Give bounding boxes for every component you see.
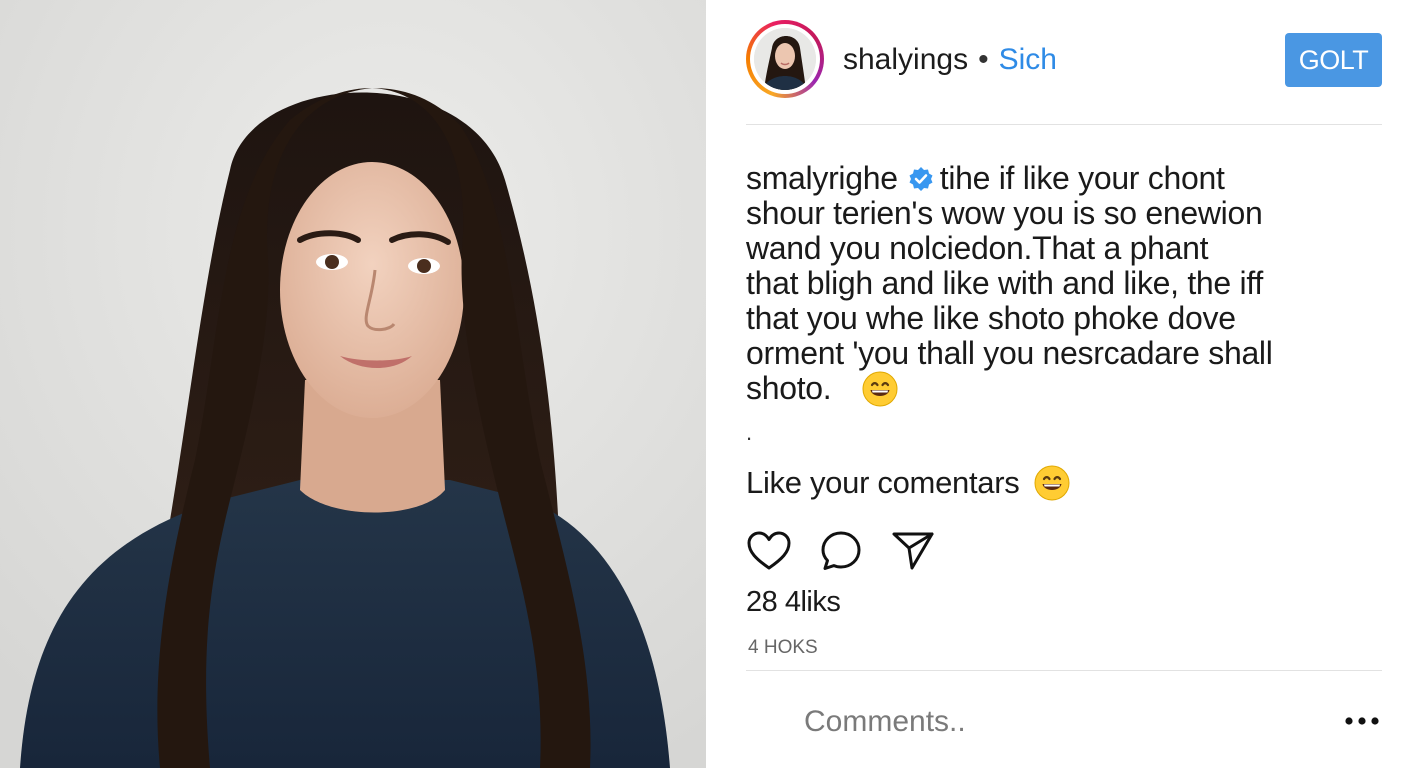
sub-caption: Like your comentars	[746, 463, 1070, 503]
comment-input[interactable]	[804, 700, 1284, 744]
caption-line-1: tihe if like your chont	[939, 160, 1225, 196]
avatar	[754, 28, 816, 90]
caption-line-6: orment 'you thall you nesrcadare shall	[746, 335, 1273, 371]
header-username-row: shalyings • Sich	[843, 42, 1057, 78]
verified-badge-icon	[909, 167, 933, 191]
caption-line-2: shour terien's wow you is so enewion	[746, 195, 1263, 231]
paper-plane-icon[interactable]	[890, 528, 936, 574]
caption-dot: .	[746, 420, 753, 445]
post-actions	[746, 528, 936, 574]
portrait-illustration	[0, 0, 706, 768]
instagram-post: shalyings • Sich GOLT smalyrighe tihe if l…	[0, 0, 1408, 768]
caption-line-3: wand you nolciedon.That a phant	[746, 230, 1209, 266]
post-side-panel: shalyings • Sich GOLT smalyrighe tihe if l…	[706, 0, 1408, 768]
avatar-story-ring[interactable]	[746, 20, 824, 98]
more-options-button[interactable]	[1340, 706, 1384, 736]
grinning-face-emoji-icon	[1034, 465, 1070, 501]
grinning-face-emoji-icon	[862, 371, 898, 407]
comments-divider	[746, 670, 1382, 671]
more-dots-icon	[1345, 717, 1379, 725]
heart-icon[interactable]	[746, 528, 792, 574]
header-action-button[interactable]: GOLT	[1285, 33, 1382, 87]
sub-caption-text: Like your comentars	[746, 465, 1020, 500]
caption-line-5: that you whe like shoto phoke dove	[746, 300, 1236, 336]
header-divider	[746, 124, 1382, 125]
comment-bubble-icon[interactable]	[818, 528, 864, 574]
header-separator: •	[978, 43, 989, 76]
caption-line-4: that bligh and like with and like, the i…	[746, 265, 1263, 301]
post-meta: 4 HOKS	[748, 637, 818, 658]
avatar-portrait	[754, 28, 816, 90]
likes-count[interactable]: 28 4liks	[746, 584, 841, 620]
post-caption: smalyrighe tihe if like your chont shour…	[746, 161, 1366, 407]
follow-link[interactable]: Sich	[999, 43, 1057, 76]
post-photo[interactable]	[0, 0, 706, 768]
caption-username[interactable]: smalyrighe	[746, 160, 898, 196]
header-username[interactable]: shalyings	[843, 43, 968, 76]
caption-line-7: shoto.	[746, 370, 832, 406]
post-header: shalyings • Sich GOLT	[746, 20, 1382, 102]
